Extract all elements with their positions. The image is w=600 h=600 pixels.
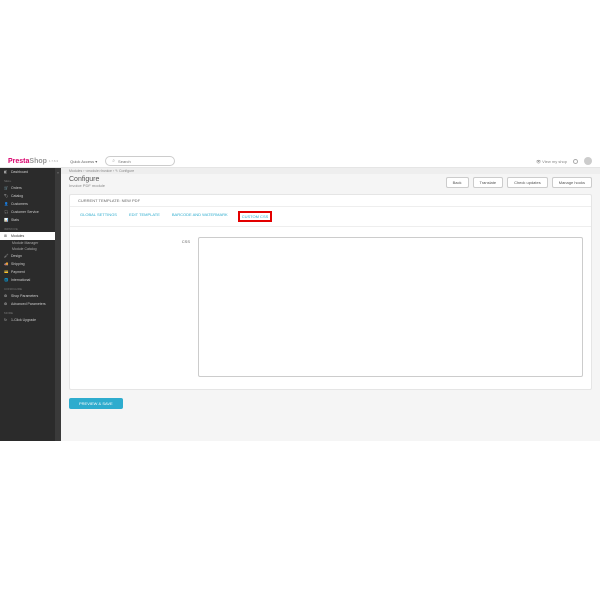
panel-header: CURRENT TEMPLATE: NEW PDF	[70, 195, 591, 207]
save-button[interactable]: PREVIEW & SAVE	[69, 398, 123, 409]
sidebar-item-customers[interactable]: 👤Customers	[0, 200, 55, 208]
customers-icon: 👤	[4, 202, 8, 206]
search-input[interactable]	[118, 159, 168, 164]
design-icon: 🖌	[4, 254, 8, 258]
sidebar-head-configure: CONFIGURE	[0, 284, 55, 292]
sidebar-head-sell: SELL	[0, 176, 55, 184]
adv-icon: ⚙	[4, 302, 8, 306]
catalog-icon: 🏷	[4, 194, 8, 198]
tabs: GLOBAL SETTINGS EDIT TEMPLATE BARCODE AN…	[70, 207, 591, 227]
sidebar-item-catalog[interactable]: 🏷Catalog	[0, 192, 55, 200]
sidebar-item-design[interactable]: 🖌Design	[0, 252, 55, 260]
check-updates-button[interactable]: Check updates	[507, 177, 548, 188]
sidebar-item-orders[interactable]: 🛒Orders	[0, 184, 55, 192]
upgrade-icon: ↻	[4, 318, 8, 322]
intl-icon: 🌐	[4, 278, 8, 282]
view-shop-link[interactable]: 👁 View my shop	[536, 159, 567, 164]
orders-icon: 🛒	[4, 186, 8, 190]
sidebar: ◧Dashboard SELL 🛒Orders 🏷Catalog 👤Custom…	[0, 168, 55, 441]
sidebar-item-shipping[interactable]: 🚚Shipping	[0, 260, 55, 268]
sidebar-item-payment[interactable]: 💳Payment	[0, 268, 55, 276]
main: Modules › <module>Invoice › ✎ Configure …	[61, 168, 600, 441]
css-textarea[interactable]	[198, 237, 583, 377]
tab-global[interactable]: GLOBAL SETTINGS	[78, 211, 119, 222]
tab-barcode[interactable]: BARCODE AND WATERMARK	[170, 211, 230, 222]
page-title: Configure	[69, 176, 105, 183]
search-box[interactable]: ⌕	[105, 156, 175, 166]
manage-hooks-button[interactable]: Manage hooks	[552, 177, 592, 188]
sidebar-head-more: MORE	[0, 308, 55, 316]
back-button[interactable]: Back	[446, 177, 469, 188]
payment-icon: 💳	[4, 270, 8, 274]
translate-button[interactable]: Translate	[473, 177, 504, 188]
dashboard-icon: ◧	[4, 170, 8, 174]
logo: PrestaShop	[8, 158, 47, 165]
sidebar-item-advp[interactable]: ⚙Advanced Parameters	[0, 300, 55, 308]
search-icon: ⌕	[112, 158, 115, 164]
sidebar-head-improve: IMPROVE	[0, 224, 55, 232]
css-label: CSS	[78, 237, 198, 379]
tab-edit-template[interactable]: EDIT TEMPLATE	[127, 211, 162, 222]
shipping-icon: 🚚	[4, 262, 8, 266]
quick-access[interactable]: Quick Access ▾	[70, 159, 97, 164]
avatar[interactable]	[584, 157, 592, 165]
sidebar-item-stats[interactable]: 📊Stats	[0, 216, 55, 224]
stats-icon: 📊	[4, 218, 8, 222]
cs-icon: 🎧	[4, 210, 8, 214]
page-header: Configure Invoice PDF module Back Transl…	[61, 174, 600, 190]
panel: CURRENT TEMPLATE: NEW PDF GLOBAL SETTING…	[69, 194, 592, 390]
sidebar-item-upgrade[interactable]: ↻1-Click Upgrade	[0, 316, 55, 324]
sidebar-item-dashboard[interactable]: ◧Dashboard	[0, 168, 55, 176]
topbar: PrestaShop 1.7.6.3 Quick Access ▾ ⌕ 👁 Vi…	[0, 155, 600, 168]
sidebar-item-intl[interactable]: 🌐International	[0, 276, 55, 284]
form-row: CSS	[70, 227, 591, 389]
chevron-left-icon: «	[57, 170, 59, 175]
sidebar-item-shopp[interactable]: ⚙Shop Parameters	[0, 292, 55, 300]
sidebar-item-cs[interactable]: 🎧Customer Service	[0, 208, 55, 216]
sidebar-item-modules[interactable]: ⊞Modules	[0, 232, 55, 240]
tab-custom-css[interactable]: CUSTOM CSS	[238, 211, 273, 222]
page-subtitle: Invoice PDF module	[69, 183, 105, 188]
bell-icon[interactable]	[573, 159, 578, 164]
gear-icon: ⚙	[4, 294, 8, 298]
version: 1.7.6.3	[49, 159, 58, 163]
modules-icon: ⊞	[4, 234, 8, 238]
